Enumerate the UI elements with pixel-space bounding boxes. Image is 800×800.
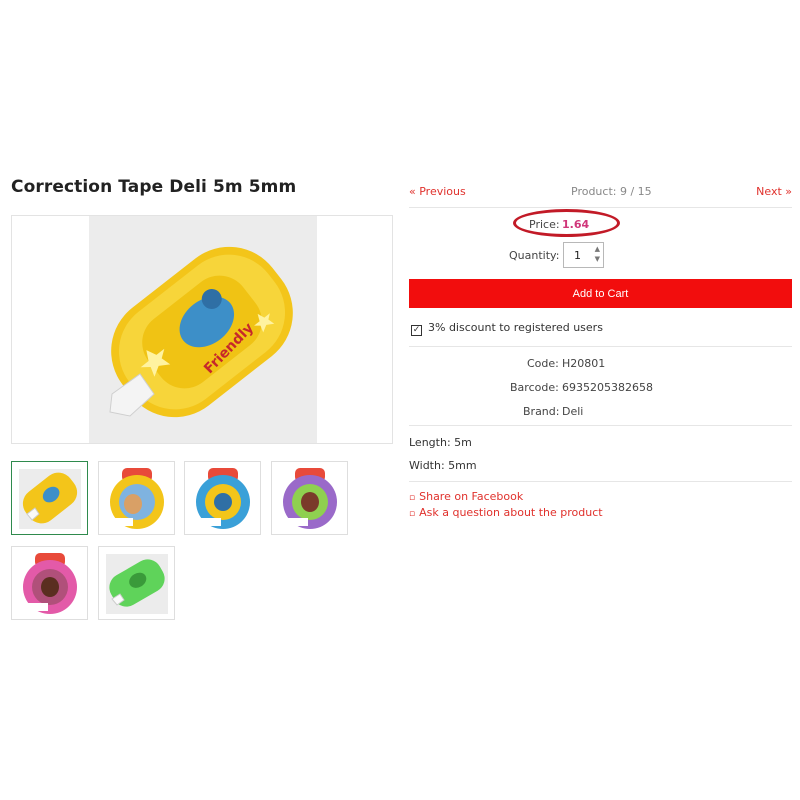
correction-tape-illustration: Friendly <box>109 246 293 418</box>
main-product-image[interactable]: Friendly <box>11 215 393 444</box>
thumb-pink-pack <box>23 553 77 614</box>
thumbnail-3[interactable] <box>184 461 261 535</box>
quantity-stepper[interactable]: 1 ▲ ▼ <box>563 242 604 268</box>
discount-notice: ✓ 3% discount to registered users <box>411 321 603 336</box>
share-facebook-label: Share on Facebook <box>419 490 524 503</box>
quantity-label: Quantity: <box>509 249 560 262</box>
length-attribute: Length: 5m <box>409 436 472 449</box>
ask-question-link[interactable]: ▫ Ask a question about the product <box>409 506 603 519</box>
bullet-icon: ▫ <box>409 493 416 503</box>
checkbox-checked-icon[interactable]: ✓ <box>411 325 422 336</box>
price-highlight-circle <box>513 209 620 237</box>
previous-link[interactable]: « Previous <box>409 185 466 198</box>
thumb-green-tape <box>106 554 168 614</box>
quantity-value[interactable]: 1 <box>574 249 581 262</box>
thumb-purple-pack <box>283 468 337 529</box>
width-attribute: Width: 5mm <box>409 459 477 472</box>
divider <box>409 346 792 347</box>
product-navigation: « Previous Product: 9 / 15 Next » <box>409 185 792 201</box>
discount-text: 3% discount to registered users <box>428 321 603 334</box>
brand-label: Brand: <box>523 405 560 418</box>
code-value: H20801 <box>562 357 606 370</box>
thumbnail-5[interactable] <box>11 546 88 620</box>
thumb-blue-pack <box>196 468 250 529</box>
divider <box>409 207 792 208</box>
barcode-value: 6935205382658 <box>562 381 653 394</box>
thumb-yellow-pack <box>109 468 164 529</box>
add-to-cart-button[interactable]: Add to Cart <box>409 279 792 308</box>
divider <box>409 481 792 482</box>
barcode-label: Barcode: <box>510 381 559 394</box>
share-facebook-link[interactable]: ▫ Share on Facebook <box>409 490 523 503</box>
thumb-yellow-tape <box>19 469 81 529</box>
ask-question-label: Ask a question about the product <box>419 506 603 519</box>
brand-link[interactable]: Deli <box>562 405 583 418</box>
thumbnail-2[interactable] <box>98 461 175 535</box>
thumbnail-4[interactable] <box>271 461 348 535</box>
next-link[interactable]: Next » <box>756 185 792 198</box>
thumbnail-6[interactable] <box>98 546 175 620</box>
bullet-icon: ▫ <box>409 509 416 519</box>
code-label: Code: <box>527 357 559 370</box>
chevron-up-icon[interactable]: ▲ <box>595 246 600 253</box>
thumbnail-gallery <box>11 461 356 623</box>
product-title: Correction Tape Deli 5m 5mm <box>11 177 297 197</box>
chevron-down-icon[interactable]: ▼ <box>595 256 600 263</box>
divider <box>409 425 792 426</box>
thumbnail-1[interactable] <box>11 461 88 535</box>
product-counter: Product: 9 / 15 <box>571 185 652 198</box>
